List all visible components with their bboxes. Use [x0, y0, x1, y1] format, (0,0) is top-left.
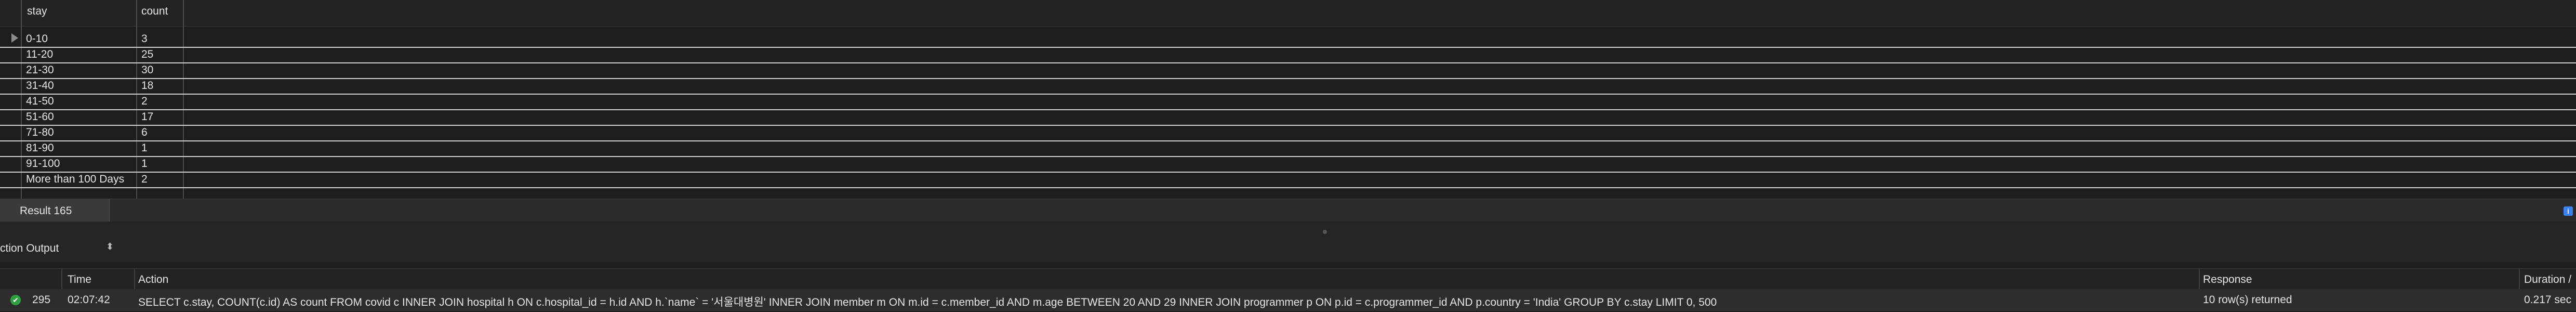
table-row[interactable]: 31-40 18	[0, 78, 2576, 95]
updown-chevron-icon: ⬍	[106, 241, 114, 252]
grid-header: stay count	[0, 0, 2576, 27]
table-row[interactable]: 0-10 3	[0, 31, 2576, 48]
cell-count[interactable]: 17	[141, 111, 153, 123]
cell-count[interactable]: 6	[141, 126, 148, 139]
info-icon[interactable]: i	[2564, 206, 2573, 216]
output-action[interactable]: SELECT c.stay, COUNT(c.id) AS count FROM…	[138, 294, 1717, 309]
output-row[interactable]: ✔ 295 02:07:42 SELECT c.stay, COUNT(c.id…	[0, 289, 2576, 311]
table-row[interactable]: 91-100 1	[0, 156, 2576, 173]
cell-count[interactable]: 1	[141, 158, 148, 170]
column-header-stay[interactable]: stay	[27, 5, 47, 18]
table-row[interactable]: 11-20 25	[0, 47, 2576, 63]
output-header: Time Action Response Duration /	[0, 268, 2576, 290]
output-type-label: ction Output	[0, 242, 59, 254]
output-time: 02:07:42	[68, 294, 110, 306]
table-row[interactable]: 51-60 17	[0, 109, 2576, 126]
check-circle-icon: ✔	[10, 295, 21, 305]
output-duration: 0.217 sec	[2524, 294, 2572, 306]
tab-result[interactable]: Result 165	[0, 199, 110, 222]
cell-count[interactable]: 1	[141, 142, 148, 154]
cell-stay[interactable]: 41-50	[26, 95, 54, 108]
column-header-time[interactable]: Time	[68, 274, 91, 286]
triangle-right-icon	[11, 33, 18, 43]
table-row[interactable]: 21-30 30	[0, 62, 2576, 79]
cell-count[interactable]: 3	[141, 33, 148, 45]
cell-count[interactable]: 2	[141, 95, 148, 108]
cell-stay[interactable]: 11-20	[26, 48, 53, 61]
cell-stay[interactable]: 91-100	[26, 158, 60, 170]
table-row[interactable]: 41-50 2	[0, 94, 2576, 110]
result-grid: stay count 0-10 3 11-20 25 21-30 30 31-4…	[0, 0, 2576, 199]
column-header-response[interactable]: Response	[2203, 274, 2252, 286]
cell-stay[interactable]: 21-30	[26, 64, 54, 76]
column-header-duration[interactable]: Duration /	[2524, 274, 2571, 286]
table-row[interactable]: 71-80 6	[0, 125, 2576, 141]
cell-stay[interactable]: 71-80	[26, 126, 54, 139]
cell-count[interactable]: 18	[141, 80, 153, 92]
column-header-action[interactable]: Action	[138, 274, 168, 286]
cell-stay[interactable]: 81-90	[26, 142, 54, 154]
cell-stay[interactable]: 51-60	[26, 111, 54, 123]
cell-count[interactable]: 2	[141, 173, 148, 186]
cell-count[interactable]: 30	[141, 64, 153, 76]
cell-stay[interactable]: More than 100 Days	[26, 173, 124, 186]
tab-result-label: Result 165	[20, 205, 72, 217]
drag-handle-icon[interactable]	[1323, 230, 1327, 234]
output-number: 295	[32, 294, 51, 306]
table-row[interactable]: 81-90 1	[0, 140, 2576, 157]
output-type-select[interactable]: ction Output ⬍	[0, 240, 119, 257]
result-tab-bar: Result 165 i	[0, 199, 2576, 223]
output-toolbar: ction Output ⬍	[0, 236, 2576, 262]
column-header-count[interactable]: count	[141, 5, 168, 18]
cell-stay[interactable]: 0-10	[26, 33, 48, 45]
cell-count[interactable]: 25	[141, 48, 153, 61]
cell-stay[interactable]: 31-40	[26, 80, 54, 92]
table-row[interactable]: More than 100 Days 2	[0, 172, 2576, 188]
output-response: 10 row(s) returned	[2203, 294, 2292, 306]
